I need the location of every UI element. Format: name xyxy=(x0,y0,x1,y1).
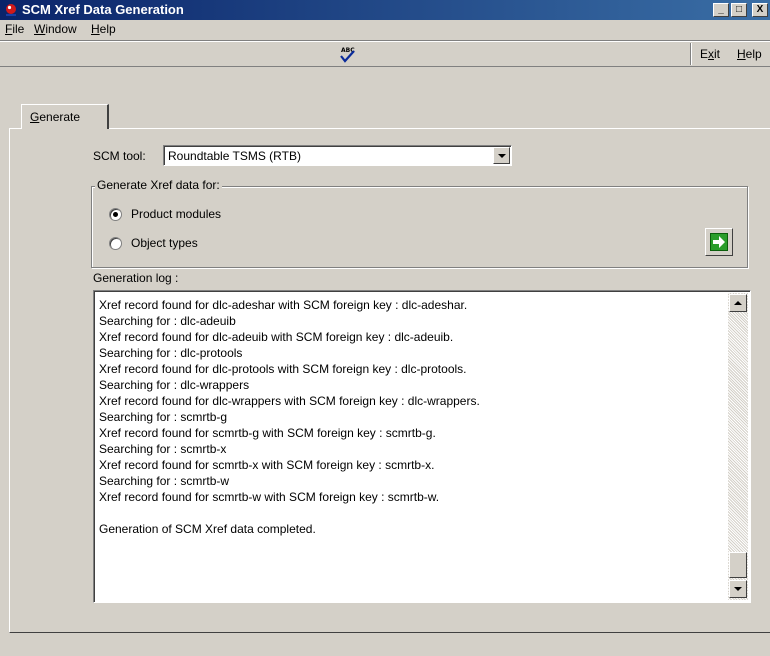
log-line: Xref record found for dlc-adeuib with SC… xyxy=(99,330,454,344)
toolbar: ABC Exit Help xyxy=(0,40,770,67)
minimize-button[interactable]: _ xyxy=(713,3,729,17)
scm-tool-dropdown-button[interactable] xyxy=(493,147,510,164)
maximize-button[interactable]: □ xyxy=(731,3,747,17)
product-modules-label[interactable]: Product modules xyxy=(131,207,221,221)
object-types-label[interactable]: Object types xyxy=(131,236,198,250)
chevron-up-icon xyxy=(734,301,742,305)
window-title: SCM Xref Data Generation xyxy=(22,2,184,17)
scroll-thumb[interactable] xyxy=(729,552,747,578)
spellcheck-button[interactable]: ABC xyxy=(335,43,359,65)
toolbar-help-button[interactable]: Help xyxy=(737,47,762,61)
spellcheck-icon: ABC xyxy=(340,47,355,63)
scroll-up-button[interactable] xyxy=(729,294,747,312)
log-line: Searching for : scmrtb-g xyxy=(99,410,228,424)
maximize-icon: □ xyxy=(735,4,743,15)
generate-for-group-title: Generate Xref data for: xyxy=(95,178,222,192)
close-icon: X xyxy=(756,4,764,15)
scm-tool-label: SCM tool: xyxy=(93,149,146,163)
radio-selected-dot xyxy=(113,212,118,217)
minimize-icon: _ xyxy=(718,4,724,15)
radio-object-types[interactable] xyxy=(109,237,122,250)
log-line: Searching for : scmrtb-w xyxy=(99,474,230,488)
scroll-down-button[interactable] xyxy=(729,580,747,598)
tab-generate-label: Generate xyxy=(30,110,81,124)
log-line: Searching for : scmrtb-x xyxy=(99,442,227,456)
log-line: Xref record found for scmrtb-x with SCM … xyxy=(99,458,435,472)
generate-for-group xyxy=(91,186,748,268)
toolbar-separator xyxy=(690,43,692,65)
status-bar xyxy=(0,636,770,656)
close-button[interactable]: X xyxy=(752,3,768,17)
log-scrollbar[interactable] xyxy=(728,293,748,600)
log-line: Searching for : dlc-protools xyxy=(99,346,243,360)
log-line: Xref record found for dlc-adeshar with S… xyxy=(99,298,468,312)
scm-tool-select[interactable]: Roundtable TSMS (RTB) xyxy=(163,145,512,166)
menu-help[interactable]: Help xyxy=(91,22,116,36)
log-line: Xref record found for scmrtb-g with SCM … xyxy=(99,426,436,440)
chevron-down-icon xyxy=(734,587,742,591)
menu-file[interactable]: File xyxy=(5,22,24,36)
menu-window[interactable]: Window xyxy=(34,22,77,36)
generation-log[interactable]: Xref record found for dlc-adeshar with S… xyxy=(93,290,751,603)
log-line: Generation of SCM Xref data completed. xyxy=(99,522,316,536)
generate-button[interactable] xyxy=(705,228,733,256)
menu-bar: File Window Help xyxy=(0,20,770,39)
title-bar[interactable]: SCM Xref Data Generation _ □ X xyxy=(0,0,770,20)
log-line: Xref record found for dlc-protools with … xyxy=(99,362,467,376)
radio-product-modules[interactable] xyxy=(109,208,122,221)
exit-button[interactable]: Exit xyxy=(700,47,720,61)
log-line: Searching for : dlc-adeuib xyxy=(99,314,236,328)
log-line: Xref record found for dlc-wrappers with … xyxy=(99,394,480,408)
generation-log-label: Generation log : xyxy=(93,271,179,285)
app-window: SCM Xref Data Generation _ □ X File Wind… xyxy=(0,0,770,656)
arrow-right-icon xyxy=(710,233,728,251)
scm-tool-value: Roundtable TSMS (RTB) xyxy=(168,149,301,163)
log-lines: Xref record found for dlc-adeshar with S… xyxy=(99,297,719,537)
log-line: Xref record found for scmrtb-w with SCM … xyxy=(99,490,440,504)
app-icon xyxy=(6,4,16,16)
tab-generate[interactable]: Generate xyxy=(21,104,109,129)
chevron-down-icon xyxy=(498,154,506,158)
log-line: Searching for : dlc-wrappers xyxy=(99,378,250,392)
